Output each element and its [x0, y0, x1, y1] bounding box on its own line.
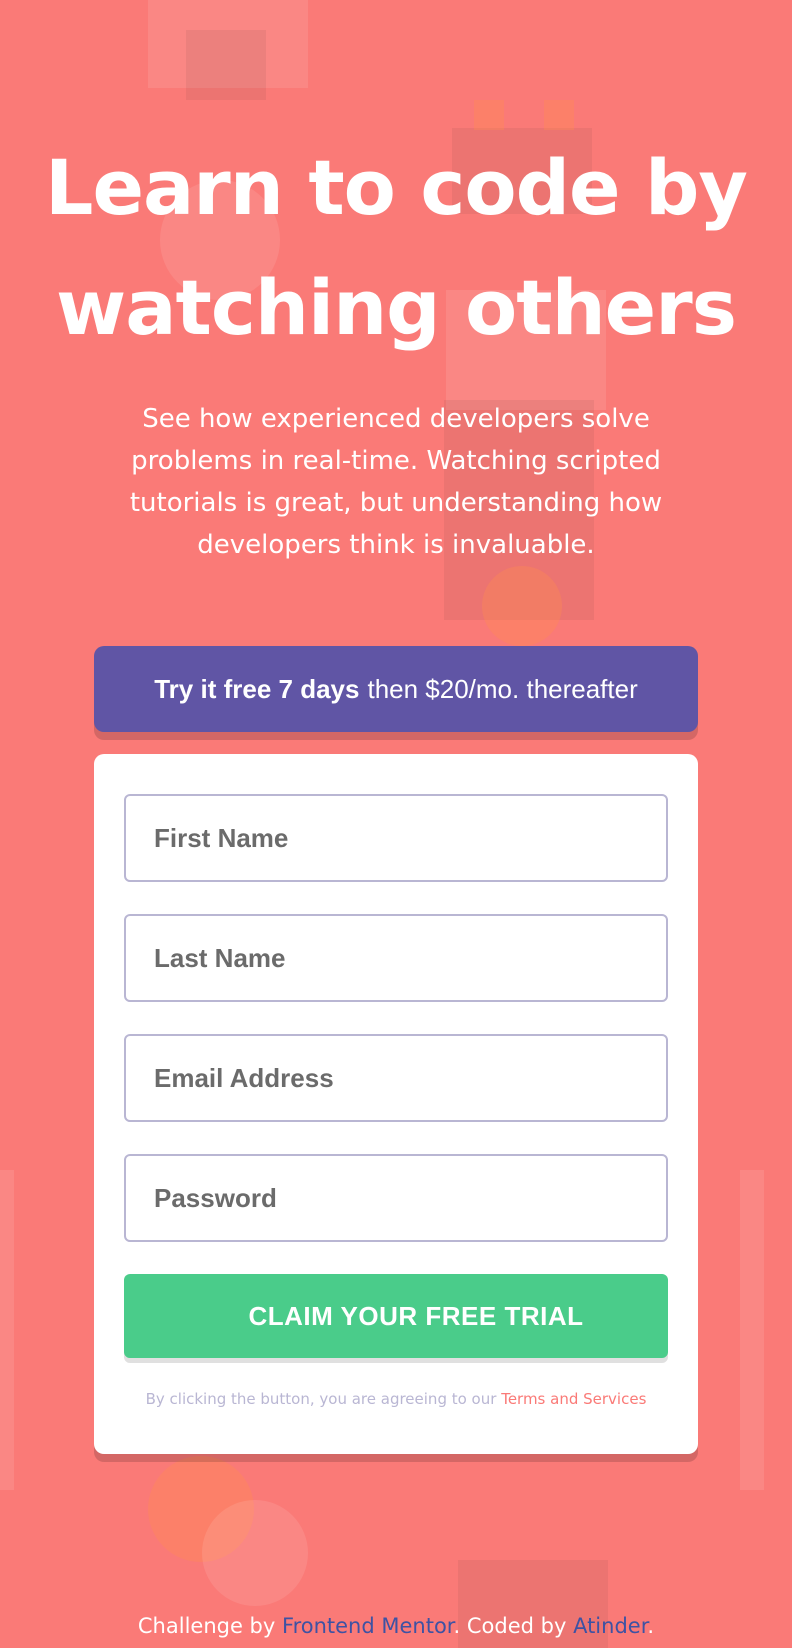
footer-prefix: Challenge by	[137, 1614, 276, 1638]
terms-notice: By clicking the button, you are agreeing…	[94, 1390, 698, 1408]
password-input[interactable]	[154, 1182, 666, 1214]
page-title: Learn to code by watching others	[45, 143, 748, 352]
frontend-mentor-link[interactable]: Frontend Mentor	[282, 1614, 454, 1638]
claim-free-trial-button[interactable]: CLAIM YOUR FREE TRIAL	[124, 1274, 668, 1358]
last-name-field[interactable]	[124, 914, 668, 1002]
terms-link[interactable]: Terms and Services	[501, 1390, 646, 1408]
page: Learn to code by watching others See how…	[0, 0, 792, 1648]
hero-description: See how experienced developers solve pro…	[129, 404, 663, 560]
first-name-input[interactable]	[154, 822, 666, 854]
last-name-input[interactable]	[154, 942, 666, 974]
signup-form: CLAIM YOUR FREE TRIAL By clicking the bu…	[94, 754, 698, 1454]
footer-middle: . Coded by	[453, 1614, 567, 1638]
password-field[interactable]	[124, 1154, 668, 1242]
offer-highlight: Try it free 7 days	[154, 673, 360, 704]
terms-text: By clicking the button, you are agreeing…	[145, 1390, 497, 1408]
email-input[interactable]	[154, 1062, 666, 1094]
offer-price-text: then $20/mo. thereafter	[367, 673, 638, 704]
author-link[interactable]: Atinder	[573, 1614, 647, 1638]
first-name-field[interactable]	[124, 794, 668, 882]
email-field[interactable]	[124, 1034, 668, 1122]
offer-banner: Try it free 7 days then $20/mo. thereaft…	[94, 646, 698, 732]
footer-suffix: .	[647, 1614, 655, 1638]
attribution-footer: Challenge by Frontend Mentor. Coded by A…	[0, 1614, 792, 1638]
